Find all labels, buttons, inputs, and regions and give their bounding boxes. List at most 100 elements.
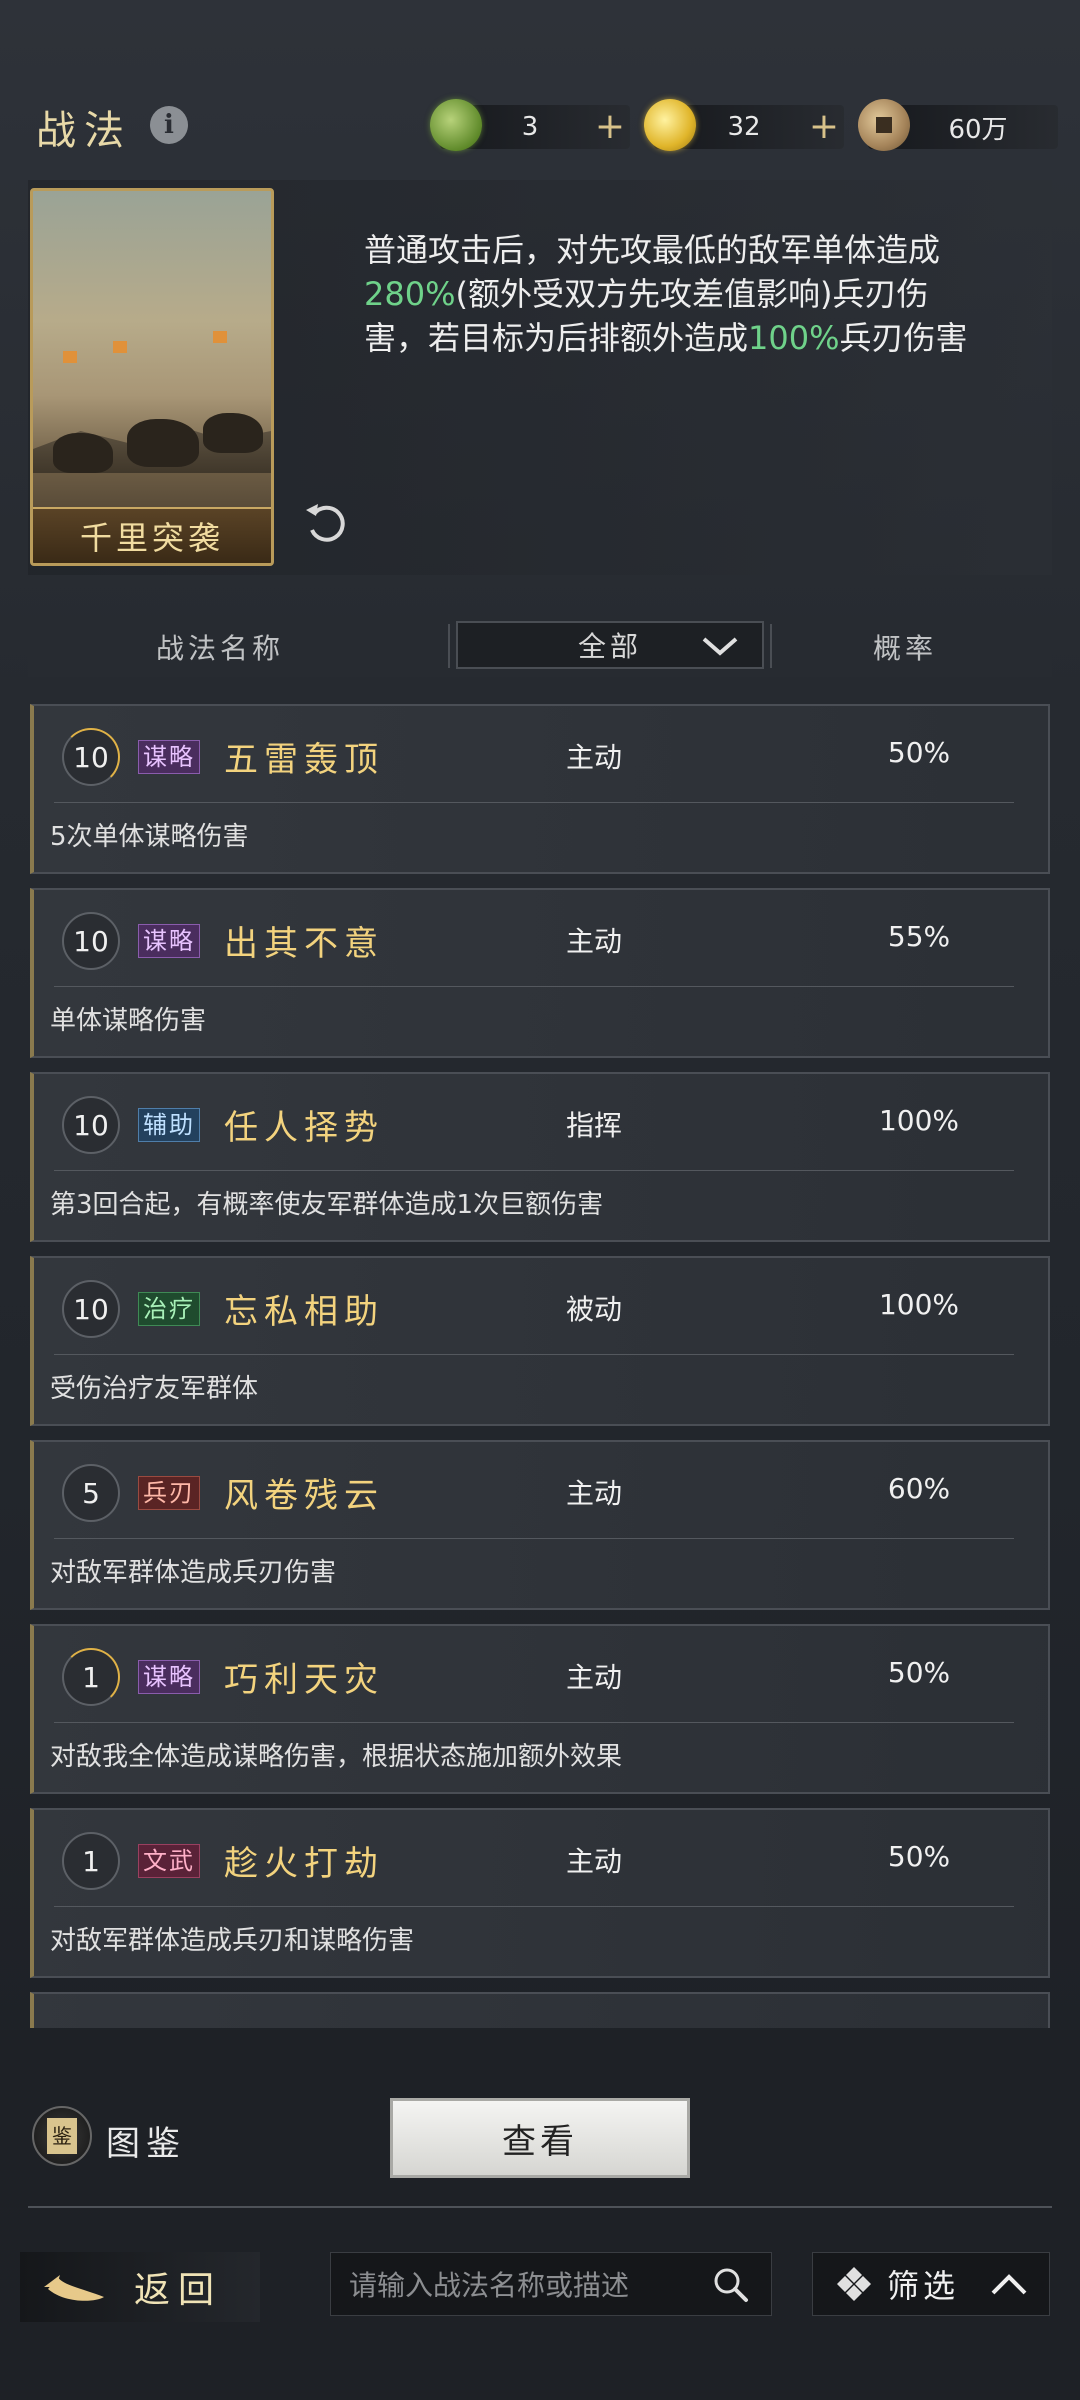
skill-type: 主动	[565, 1661, 622, 1694]
column-name-header: 战法名称	[155, 632, 284, 665]
skill-name: 任人择势	[224, 1108, 384, 1148]
skill-name: 出其不意	[224, 924, 384, 964]
codex-label[interactable]: 图鉴	[106, 2116, 186, 2165]
desc-text: 兵刃伤害	[839, 319, 968, 357]
desc-highlight: 100%	[748, 319, 840, 357]
level-badge: 1	[62, 1832, 120, 1890]
desc-highlight: 280%	[364, 275, 456, 313]
skill-row-partial[interactable]	[30, 1992, 1050, 2028]
skill-prob: 50%	[887, 1840, 951, 1873]
skill-prob: 50%	[887, 736, 951, 769]
card-art-flag	[113, 341, 127, 353]
jade-coin-icon	[430, 99, 482, 151]
skill-list[interactable]: 10 谋略 五雷轰顶 主动 50% 5次单体谋略伤害 10 谋略 出其不意 主动…	[30, 700, 1050, 2028]
row-divider	[54, 1354, 1014, 1355]
skill-tag: 治疗	[138, 1292, 200, 1326]
skill-prob: 50%	[887, 1656, 951, 1689]
skill-prob: 60%	[887, 1472, 951, 1505]
skill-type: 指挥	[565, 1109, 622, 1142]
skill-row[interactable]: 1 文武 趁火打劫 主动 50% 对敌军群体造成兵刃和谋略伤害	[30, 1808, 1050, 1978]
bottom-divider	[28, 2206, 1052, 2208]
skill-summary: 对敌军群体造成兵刃和谋略伤害	[50, 1926, 415, 1956]
copper-resource: 60万	[858, 99, 1058, 151]
search-input[interactable]	[349, 2263, 709, 2307]
skill-row[interactable]: 10 谋略 五雷轰顶 主动 50% 5次单体谋略伤害	[30, 704, 1050, 874]
card-art-flag	[213, 331, 227, 343]
skill-prob: 100%	[878, 1104, 960, 1137]
column-divider	[770, 624, 772, 668]
chevron-up-icon[interactable]	[989, 2269, 1029, 2299]
skill-type: 被动	[565, 1293, 622, 1326]
skill-tag: 兵刃	[138, 1476, 200, 1510]
category-dropdown[interactable]: 全部	[456, 621, 764, 669]
gold-resource: 32 +	[644, 99, 844, 151]
skill-name: 巧利天灾	[224, 1660, 384, 1700]
row-divider	[54, 1170, 1014, 1171]
page-title: 战法	[36, 108, 132, 154]
add-jade-button[interactable]: +	[590, 107, 630, 147]
skill-tag: 谋略	[138, 740, 200, 774]
skill-summary: 第3回合起，有概率使友军群体造成1次巨额伤害	[50, 1190, 604, 1220]
skill-name: 风卷残云	[224, 1476, 384, 1516]
card-name: 千里突袭	[33, 507, 271, 563]
back-button[interactable]: 返回	[20, 2252, 260, 2322]
skill-name: 忘私相助	[224, 1292, 384, 1332]
level-badge: 1	[62, 1648, 120, 1706]
card-art-rider	[53, 433, 113, 473]
skill-row[interactable]: 5 兵刃 风卷残云 主动 60% 对敌军群体造成兵刃伤害	[30, 1440, 1050, 1610]
view-button[interactable]: 查看	[390, 2098, 690, 2178]
card-art-flag	[63, 351, 77, 363]
bottom-bar	[0, 2030, 1080, 2400]
skill-summary: 受伤治疗友军群体	[50, 1374, 259, 1404]
skill-summary: 单体谋略伤害	[50, 1006, 207, 1036]
search-icon[interactable]	[711, 2265, 751, 2305]
gold-coin-icon	[644, 99, 696, 151]
dropdown-value: 全部	[577, 630, 642, 663]
skill-tag: 谋略	[138, 924, 200, 958]
codex-glyph: 鉴	[47, 2118, 77, 2154]
row-divider	[54, 986, 1014, 987]
copper-coin-icon	[858, 99, 910, 151]
skill-card[interactable]: 千里突袭	[30, 188, 274, 566]
skill-prob: 55%	[887, 920, 951, 953]
skill-name: 趁火打劫	[224, 1844, 384, 1884]
row-divider	[54, 1538, 1014, 1539]
skill-row[interactable]: 1 谋略 巧利天灾 主动 50% 对敌我全体造成谋略伤害，根据状态施加额外效果	[30, 1624, 1050, 1794]
skill-tag: 辅助	[138, 1108, 200, 1142]
level-badge: 10	[62, 1096, 120, 1154]
info-icon[interactable]: i	[150, 106, 188, 144]
column-divider	[448, 624, 450, 668]
level-badge: 10	[62, 1280, 120, 1338]
skill-type: 主动	[565, 741, 622, 774]
skill-tag: 文武	[138, 1844, 200, 1878]
codex-icon[interactable]: 鉴	[32, 2106, 92, 2166]
skill-type: 主动	[565, 1477, 622, 1510]
reset-icon[interactable]	[300, 496, 352, 548]
skill-row[interactable]: 10 辅助 任人择势 指挥 100% 第3回合起，有概率使友军群体造成1次巨额伤…	[30, 1072, 1050, 1242]
back-arrow-icon	[44, 2275, 104, 2301]
row-divider	[54, 1906, 1014, 1907]
skill-name: 五雷轰顶	[224, 740, 384, 780]
chevron-down-icon	[702, 637, 738, 656]
search-box[interactable]	[330, 2252, 772, 2316]
row-divider	[54, 1722, 1014, 1723]
level-badge: 10	[62, 912, 120, 970]
add-gold-button[interactable]: +	[804, 107, 844, 147]
level-badge: 5	[62, 1464, 120, 1522]
skill-type: 主动	[565, 925, 622, 958]
skill-row[interactable]: 10 治疗 忘私相助 被动 100% 受伤治疗友军群体	[30, 1256, 1050, 1426]
skill-summary: 对敌军群体造成兵刃伤害	[50, 1558, 337, 1588]
desc-text: 普通攻击后，对先攻最低的敌军单体造成	[364, 231, 941, 269]
skill-description: 普通攻击后，对先攻最低的敌军单体造成280%(额外受双方先攻差值影响)兵刃伤害，…	[364, 228, 984, 360]
back-label: 返回	[134, 2270, 223, 2311]
skill-summary: 5次单体谋略伤害	[50, 822, 249, 852]
column-prob-header: 概率	[872, 632, 937, 665]
jade-resource: 3 +	[430, 99, 630, 151]
card-art-rider	[203, 413, 263, 453]
card-art-rider	[127, 419, 199, 467]
skill-type: 主动	[565, 1845, 622, 1878]
skill-row[interactable]: 10 谋略 出其不意 主动 55% 单体谋略伤害	[30, 888, 1050, 1058]
skill-summary: 对敌我全体造成谋略伤害，根据状态施加额外效果	[50, 1742, 623, 1772]
skill-tag: 谋略	[138, 1660, 200, 1694]
filter-button[interactable]: 筛选	[812, 2252, 1050, 2316]
